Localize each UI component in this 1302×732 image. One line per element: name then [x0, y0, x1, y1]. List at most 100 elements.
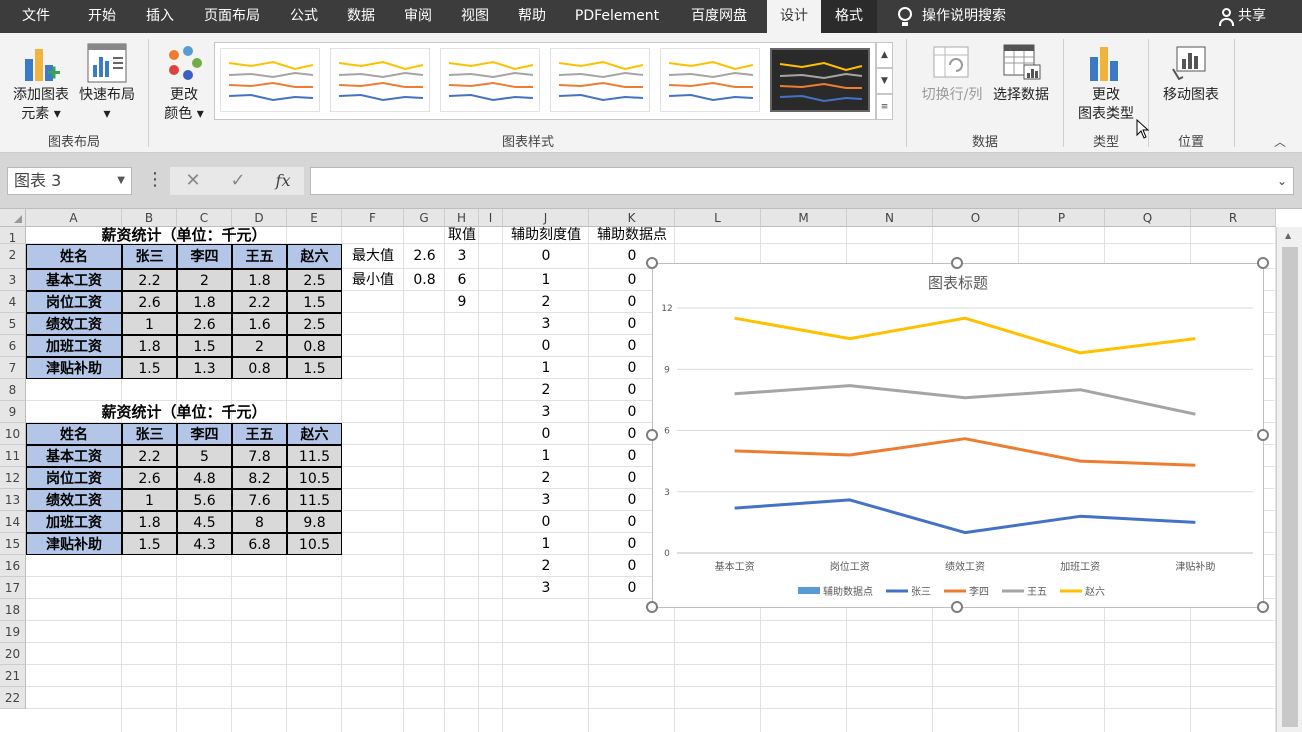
chart-style-5[interactable] [660, 48, 760, 112]
take-value-cell[interactable]: 9 [445, 291, 479, 313]
table1-cell[interactable]: 1.5 [287, 291, 342, 313]
column-header-k[interactable]: K [589, 209, 675, 227]
aux-scale-cell[interactable]: 2 [503, 555, 589, 577]
table2-cell[interactable]: 1.8 [122, 511, 177, 533]
resize-handle[interactable] [646, 257, 658, 269]
table1-cell[interactable]: 绩效工资 [26, 313, 122, 335]
table1-cell[interactable]: 2.5 [287, 313, 342, 335]
table2-cell[interactable]: 11.5 [287, 489, 342, 511]
gallery-scroll-up-icon[interactable]: ▲ [876, 42, 893, 68]
aux-point-header[interactable]: 辅助数据点 [589, 227, 675, 244]
aux-scale-cell[interactable]: 3 [503, 313, 589, 335]
column-header-r[interactable]: R [1191, 209, 1276, 227]
take-value-cell[interactable]: 6 [445, 269, 479, 291]
table2-cell[interactable]: 1.5 [122, 533, 177, 555]
table2-title[interactable]: 薪资统计（单位：千元） [26, 401, 342, 423]
resize-handle[interactable] [1257, 257, 1269, 269]
switch-row-column-button[interactable]: 切换行/列 [916, 41, 988, 125]
aux-scale-cell[interactable]: 0 [503, 335, 589, 357]
table2-cell[interactable]: 加班工资 [26, 511, 122, 533]
select-data-button[interactable]: 选择数据 [988, 41, 1054, 125]
quick-layout-button[interactable]: 快速布局 ▾ [76, 41, 138, 125]
table2-cell[interactable]: 2.2 [122, 445, 177, 467]
table1-header-cell[interactable]: 张三 [122, 244, 177, 269]
table2-cell[interactable]: 绩效工资 [26, 489, 122, 511]
table1-header-cell[interactable]: 赵六 [287, 244, 342, 269]
column-header-h[interactable]: H [445, 209, 479, 227]
tab-pdfelement[interactable]: PDFelement [562, 0, 672, 33]
table1-cell[interactable]: 津贴补助 [26, 357, 122, 379]
tell-me-search[interactable]: 操作说明搜索 [922, 0, 1026, 33]
row-header-18[interactable]: 18 [0, 599, 26, 621]
column-header-b[interactable]: B [122, 209, 177, 227]
table1-cell[interactable]: 2 [177, 269, 232, 291]
column-header-e[interactable]: E [287, 209, 342, 227]
aux-scale-cell[interactable]: 2 [503, 467, 589, 489]
row-header-4[interactable]: 4 [0, 291, 26, 313]
insert-function-icon[interactable]: fx [270, 167, 296, 195]
aux-scale-cell[interactable]: 2 [503, 291, 589, 313]
row-header-15[interactable]: 15 [0, 533, 26, 555]
row-header-20[interactable]: 20 [0, 643, 26, 665]
table2-cell[interactable]: 4.8 [177, 467, 232, 489]
chart-style-6[interactable] [770, 48, 870, 112]
table2-cell[interactable]: 基本工资 [26, 445, 122, 467]
table1-cell[interactable]: 2.6 [177, 313, 232, 335]
column-header-m[interactable]: M [761, 209, 847, 227]
tab-design[interactable]: 设计 [767, 0, 821, 33]
take-value-cell[interactable]: 3 [445, 244, 479, 269]
table1-cell[interactable]: 0.8 [287, 335, 342, 357]
table1-cell[interactable]: 2.6 [122, 291, 177, 313]
row-header-6[interactable]: 6 [0, 335, 26, 357]
row-header-16[interactable]: 16 [0, 555, 26, 577]
row-header-3[interactable]: 3 [0, 269, 26, 291]
table1-cell[interactable]: 1.5 [287, 357, 342, 379]
column-header-c[interactable]: C [177, 209, 232, 227]
table2-cell[interactable]: 2.6 [122, 467, 177, 489]
aux-scale-cell[interactable]: 3 [503, 577, 589, 599]
tab-page-layout[interactable]: 页面布局 [192, 0, 272, 33]
table1-cell[interactable]: 1.8 [122, 335, 177, 357]
row-header-22[interactable]: 22 [0, 687, 26, 709]
table1-cell[interactable]: 0.8 [232, 357, 287, 379]
chart-style-4[interactable] [550, 48, 650, 112]
tab-insert[interactable]: 插入 [132, 0, 188, 33]
table2-cell[interactable]: 7.6 [232, 489, 287, 511]
table1-cell[interactable]: 1 [122, 313, 177, 335]
expand-formula-icon[interactable]: ⌄ [1277, 174, 1287, 188]
chart-style-2[interactable] [330, 48, 430, 112]
scrollbar-thumb[interactable] [1282, 247, 1298, 727]
table2-cell[interactable]: 4.5 [177, 511, 232, 533]
table1-header-cell[interactable]: 姓名 [26, 244, 122, 269]
tab-data[interactable]: 数据 [334, 0, 388, 33]
row-header-9[interactable]: 9 [0, 401, 26, 423]
resize-handle[interactable] [951, 257, 963, 269]
table2-cell[interactable]: 8 [232, 511, 287, 533]
aux-scale-cell[interactable]: 1 [503, 533, 589, 555]
table2-cell[interactable]: 7.8 [232, 445, 287, 467]
table2-cell[interactable]: 6.8 [232, 533, 287, 555]
aux-scale-cell[interactable]: 0 [503, 423, 589, 445]
row-header-12[interactable]: 12 [0, 467, 26, 489]
table2-cell[interactable]: 4.3 [177, 533, 232, 555]
resize-handle[interactable] [951, 601, 963, 613]
table2-cell[interactable]: 5 [177, 445, 232, 467]
aux-scale-cell[interactable]: 2 [503, 379, 589, 401]
select-all-corner[interactable] [0, 209, 26, 227]
aux-scale-cell[interactable]: 3 [503, 401, 589, 423]
table1-cell[interactable]: 1.6 [232, 313, 287, 335]
name-box[interactable]: 图表 3 ▼ [7, 167, 132, 195]
column-header-i[interactable]: I [479, 209, 503, 227]
table2-header-cell[interactable]: 张三 [122, 423, 177, 445]
table1-cell[interactable]: 加班工资 [26, 335, 122, 357]
resize-handle[interactable] [1257, 429, 1269, 441]
table2-cell[interactable]: 8.2 [232, 467, 287, 489]
tab-home[interactable]: 开始 [72, 0, 132, 33]
max-value-cell[interactable]: 2.6 [404, 244, 445, 269]
tab-file[interactable]: 文件 [8, 0, 64, 33]
line-chart[interactable]: 图表标题 0 3 6 9 12 基本工资 岗位工资 绩效工资 加班工资 津贴补助 辅助数据点 张三 李四 王… [652, 263, 1264, 608]
table2-cell[interactable]: 5.6 [177, 489, 232, 511]
row-header-11[interactable]: 11 [0, 445, 26, 467]
table1-header-cell[interactable]: 李四 [177, 244, 232, 269]
min-label-cell[interactable]: 最小值 [342, 269, 404, 291]
